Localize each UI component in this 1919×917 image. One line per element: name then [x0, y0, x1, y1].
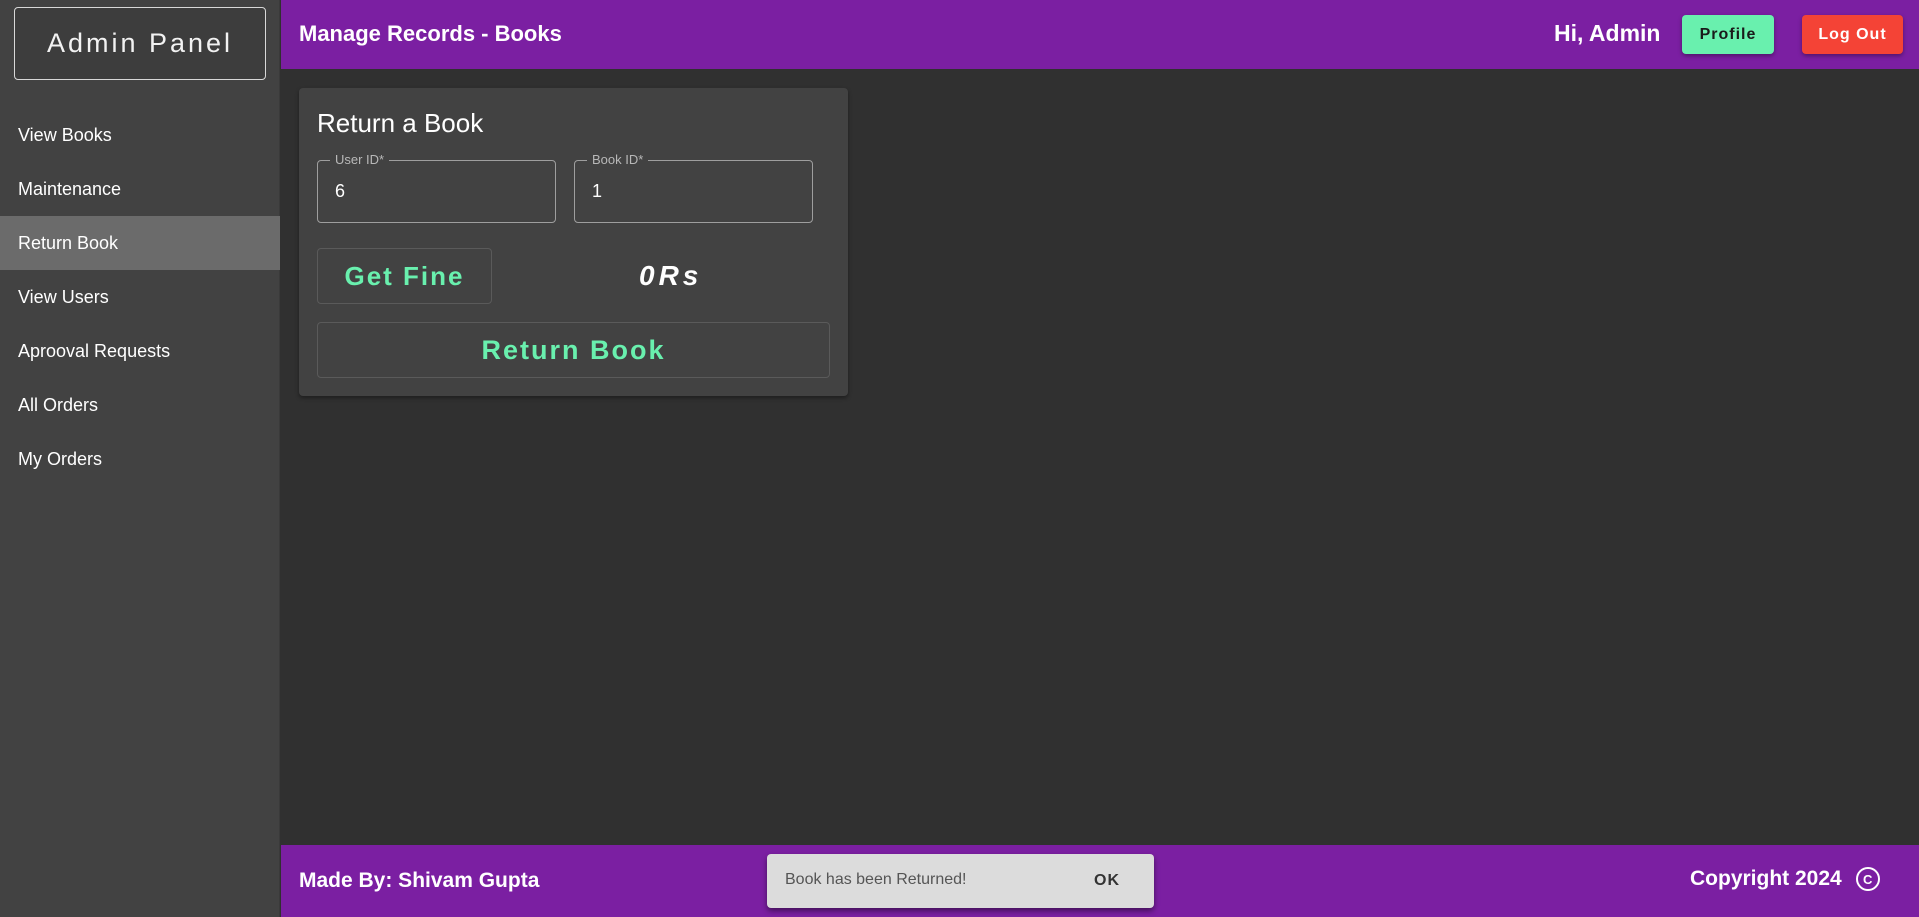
return-book-card: Return a Book User ID* 6 Book ID* 1 Get …: [299, 88, 848, 396]
snackbar-message: Book has been Returned!: [785, 871, 967, 888]
card-title: Return a Book: [317, 108, 484, 138]
sidebar-item-view-books[interactable]: View Books: [0, 108, 280, 162]
page-title: Manage Records - Books: [299, 21, 562, 46]
sidebar-item-my-orders[interactable]: My Orders: [0, 432, 280, 486]
return-book-button[interactable]: Return Book: [317, 322, 830, 378]
sidebar-item-all-orders[interactable]: All Orders: [0, 378, 280, 432]
user-id-label: User ID*: [330, 152, 390, 167]
sidebar-item-maintenance[interactable]: Maintenance: [0, 162, 280, 216]
user-id-field[interactable]: User ID* 6: [317, 152, 556, 223]
book-id-label: Book ID*: [587, 152, 649, 167]
book-id-input[interactable]: 1: [592, 181, 602, 202]
top-header: Manage Records - Books Hi, Admin Profile…: [281, 0, 1919, 69]
user-id-input[interactable]: 6: [335, 181, 345, 202]
profile-button[interactable]: Profile: [1682, 15, 1774, 54]
sidebar-item-return-book[interactable]: Return Book: [0, 216, 280, 270]
copyright-icon: C: [1855, 867, 1880, 891]
made-by-text: Made By: Shivam Gupta: [299, 869, 540, 892]
get-fine-button[interactable]: Get Fine: [317, 248, 492, 304]
fine-amount: 0Rs: [639, 260, 703, 291]
snackbar: Book has been Returned! OK: [767, 854, 1154, 908]
user-greeting: Hi, Admin: [1554, 20, 1661, 46]
copyright-text: Copyright 2024: [1690, 867, 1842, 890]
sidebar-item-view-users[interactable]: View Users: [0, 270, 280, 324]
book-id-field[interactable]: Book ID* 1: [574, 152, 813, 223]
admin-panel-brand[interactable]: Admin Panel: [14, 7, 266, 80]
logout-button[interactable]: Log Out: [1802, 15, 1903, 54]
sidebar-nav: View Books Maintenance Return Book View …: [0, 108, 280, 486]
copyright: Copyright 2024 C: [1690, 867, 1880, 891]
snackbar-ok-button[interactable]: OK: [1082, 866, 1132, 896]
sidebar: Admin Panel View Books Maintenance Retur…: [0, 0, 280, 917]
sidebar-item-approval-requests[interactable]: Aprooval Requests: [0, 324, 280, 378]
